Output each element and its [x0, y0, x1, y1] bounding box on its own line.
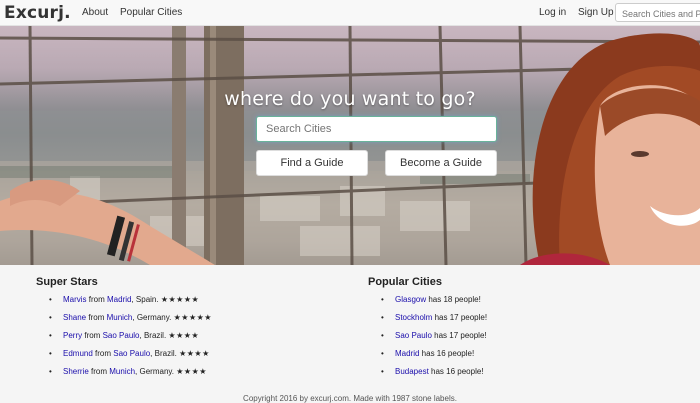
city-link[interactable]: Stockholm — [395, 313, 432, 322]
list-item: Sherrie from Munich, Germany. ★★★★ — [49, 366, 212, 384]
city-link[interactable]: Sao Paulo — [113, 349, 150, 358]
navbar: Excurj. About Popular Cities Log in Sign… — [0, 0, 700, 26]
city-link[interactable]: Munich — [109, 367, 135, 376]
list-item: Edmund from Sao Paulo, Brazil. ★★★★ — [49, 348, 212, 366]
navbar-search[interactable] — [615, 3, 700, 22]
list-item: Perry from Sao Paulo, Brazil. ★★★★ — [49, 330, 212, 348]
rating-stars: ★★★★★ — [173, 313, 212, 322]
list-item: Madrid has 16 people! — [381, 348, 487, 366]
nav-about-link[interactable]: About — [82, 7, 108, 18]
list-item: Glasgow has 18 people! — [381, 294, 487, 312]
popular-cities-heading: Popular Cities — [368, 276, 442, 288]
super-stars-list: Marvis from Madrid, Spain. ★★★★★ Shane f… — [36, 294, 212, 384]
hero-title: where do you want to go? — [224, 88, 476, 110]
city-link[interactable]: Sao Paulo — [395, 331, 432, 340]
super-stars-heading: Super Stars — [36, 276, 98, 288]
list-item: Shane from Munich, Germany. ★★★★★ — [49, 312, 212, 330]
hero-banner: where do you want to go? Find a Guide Be… — [0, 26, 700, 265]
popular-cities-list: Glasgow has 18 people! Stockholm has 17 … — [368, 294, 487, 384]
rating-stars: ★★★★ — [168, 331, 200, 340]
city-link[interactable]: Sao Paulo — [103, 331, 140, 340]
signup-link[interactable]: Sign Up — [578, 7, 614, 18]
rating-stars: ★★★★★ — [160, 295, 200, 304]
city-link[interactable]: Madrid — [395, 349, 419, 358]
city-link[interactable]: Glasgow — [395, 295, 426, 304]
city-search-input[interactable] — [257, 117, 496, 141]
guide-name-link[interactable]: Sherrie — [63, 367, 89, 376]
city-link[interactable]: Madrid — [107, 295, 131, 304]
footer-copyright: Copyright 2016 by excurj.com. Made with … — [243, 394, 457, 403]
hero-background-image — [0, 26, 700, 265]
guide-name-link[interactable]: Shane — [63, 313, 86, 322]
city-link[interactable]: Munich — [107, 313, 133, 322]
list-item: Stockholm has 17 people! — [381, 312, 487, 330]
city-search[interactable] — [256, 116, 497, 142]
city-link[interactable]: Budapest — [395, 367, 429, 376]
brand-logo[interactable]: Excurj. — [4, 3, 71, 23]
login-link[interactable]: Log in — [539, 7, 566, 18]
rating-stars: ★★★★ — [176, 367, 207, 376]
nav-popular-cities-link[interactable]: Popular Cities — [120, 7, 182, 18]
list-item: Sao Paulo has 17 people! — [381, 330, 487, 348]
become-guide-button[interactable]: Become a Guide — [385, 150, 497, 176]
popular-cities-section: Popular Cities Glasgow has 18 people! St… — [368, 276, 487, 384]
navbar-search-input[interactable] — [616, 5, 700, 21]
guide-name-link[interactable]: Edmund — [63, 349, 93, 358]
find-guide-button[interactable]: Find a Guide — [256, 150, 368, 176]
super-stars-section: Super Stars Marvis from Madrid, Spain. ★… — [36, 276, 212, 384]
rating-stars: ★★★★ — [179, 349, 210, 358]
list-item: Marvis from Madrid, Spain. ★★★★★ — [49, 294, 212, 312]
list-item: Budapest has 16 people! — [381, 366, 487, 384]
guide-name-link[interactable]: Perry — [63, 331, 82, 340]
guide-name-link[interactable]: Marvis — [63, 295, 87, 304]
